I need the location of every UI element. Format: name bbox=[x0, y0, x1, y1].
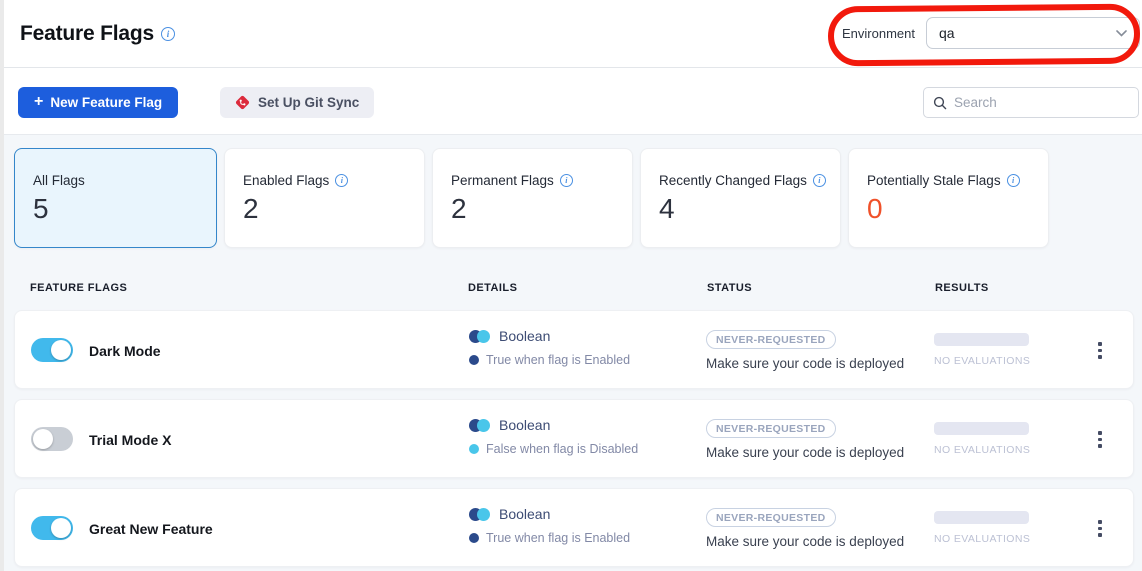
environment-selected-value: qa bbox=[939, 25, 955, 41]
flag-toggle[interactable] bbox=[31, 427, 73, 451]
flag-results: NO EVALUATIONS bbox=[934, 333, 1030, 367]
info-icon[interactable]: i bbox=[335, 174, 348, 187]
card-count: 2 bbox=[451, 195, 632, 223]
value-dot-icon bbox=[469, 355, 479, 365]
card-count: 4 bbox=[659, 195, 840, 223]
boolean-type-icon bbox=[469, 507, 491, 521]
table-row: Great New Feature Boolean True when flag… bbox=[14, 488, 1134, 567]
value-dot-icon bbox=[469, 444, 479, 454]
card-permanent-flags[interactable]: Permanent Flagsi 2 bbox=[432, 148, 633, 248]
flag-toggle[interactable] bbox=[31, 516, 73, 540]
environment-label: Environment bbox=[842, 26, 922, 41]
status-badge: NEVER-REQUESTED bbox=[706, 330, 836, 349]
title-info-icon[interactable]: i bbox=[161, 27, 175, 41]
feature-flags-page: Feature Flags i Environment qa + New Fea… bbox=[0, 0, 1142, 571]
environment-select[interactable]: qa bbox=[926, 17, 1140, 49]
search-icon bbox=[933, 96, 947, 110]
flag-details: Boolean True when flag is Enabled bbox=[469, 506, 630, 545]
card-potentially-stale-flags[interactable]: Potentially Stale Flagsi 0 bbox=[848, 148, 1049, 248]
column-header-details: DETAILS bbox=[468, 282, 517, 294]
flag-name[interactable]: Great New Feature bbox=[89, 489, 213, 568]
flag-status: NEVER-REQUESTED Make sure your code is d… bbox=[706, 330, 904, 371]
row-menu-button[interactable] bbox=[1087, 400, 1113, 479]
row-menu-button[interactable] bbox=[1087, 311, 1113, 390]
info-icon[interactable]: i bbox=[1007, 174, 1020, 187]
results-placeholder-bar bbox=[934, 511, 1029, 524]
flag-name[interactable]: Trial Mode X bbox=[89, 400, 171, 479]
info-icon[interactable]: i bbox=[813, 174, 826, 187]
table-row: Trial Mode X Boolean False when flag is … bbox=[14, 399, 1134, 478]
new-feature-flag-button[interactable]: + New Feature Flag bbox=[18, 87, 178, 118]
status-badge: NEVER-REQUESTED bbox=[706, 508, 836, 527]
card-count: 0 bbox=[867, 195, 1048, 223]
column-header-status: STATUS bbox=[707, 282, 752, 294]
boolean-type-icon bbox=[469, 329, 491, 343]
column-header-results: RESULTS bbox=[935, 282, 989, 294]
flag-status: NEVER-REQUESTED Make sure your code is d… bbox=[706, 419, 904, 460]
card-recently-changed-flags[interactable]: Recently Changed Flagsi 4 bbox=[640, 148, 841, 248]
boolean-type-icon bbox=[469, 418, 491, 432]
status-badge: NEVER-REQUESTED bbox=[706, 419, 836, 438]
page-title: Feature Flags bbox=[20, 22, 154, 46]
column-header-feature-flags: FEATURE FLAGS bbox=[30, 282, 127, 294]
toolbar: + New Feature Flag Set Up Git Sync bbox=[4, 69, 1142, 135]
flag-status: NEVER-REQUESTED Make sure your code is d… bbox=[706, 508, 904, 549]
flag-toggle[interactable] bbox=[31, 338, 73, 362]
card-count: 5 bbox=[33, 195, 216, 223]
git-sync-icon bbox=[235, 95, 250, 110]
card-enabled-flags[interactable]: Enabled Flagsi 2 bbox=[224, 148, 425, 248]
card-count: 2 bbox=[243, 195, 424, 223]
flag-results: NO EVALUATIONS bbox=[934, 511, 1030, 545]
flag-results: NO EVALUATIONS bbox=[934, 422, 1030, 456]
page-header: Feature Flags i Environment qa bbox=[4, 0, 1142, 68]
card-all-flags[interactable]: All Flags 5 bbox=[14, 148, 217, 248]
search-box bbox=[923, 87, 1139, 118]
plus-icon: + bbox=[34, 93, 43, 111]
flag-details: Boolean True when flag is Enabled bbox=[469, 328, 630, 367]
search-input[interactable] bbox=[954, 95, 1131, 110]
chevron-down-icon bbox=[1116, 30, 1127, 37]
value-dot-icon bbox=[469, 533, 479, 543]
results-placeholder-bar bbox=[934, 333, 1029, 346]
results-placeholder-bar bbox=[934, 422, 1029, 435]
row-menu-button[interactable] bbox=[1087, 489, 1113, 568]
table-row: Dark Mode Boolean True when flag is Enab… bbox=[14, 310, 1134, 389]
main-content: All Flags 5 Enabled Flagsi 2 Permanent F… bbox=[4, 135, 1142, 571]
flag-details: Boolean False when flag is Disabled bbox=[469, 417, 638, 456]
flag-name[interactable]: Dark Mode bbox=[89, 311, 161, 390]
info-icon[interactable]: i bbox=[560, 174, 573, 187]
set-up-git-sync-button[interactable]: Set Up Git Sync bbox=[220, 87, 374, 118]
